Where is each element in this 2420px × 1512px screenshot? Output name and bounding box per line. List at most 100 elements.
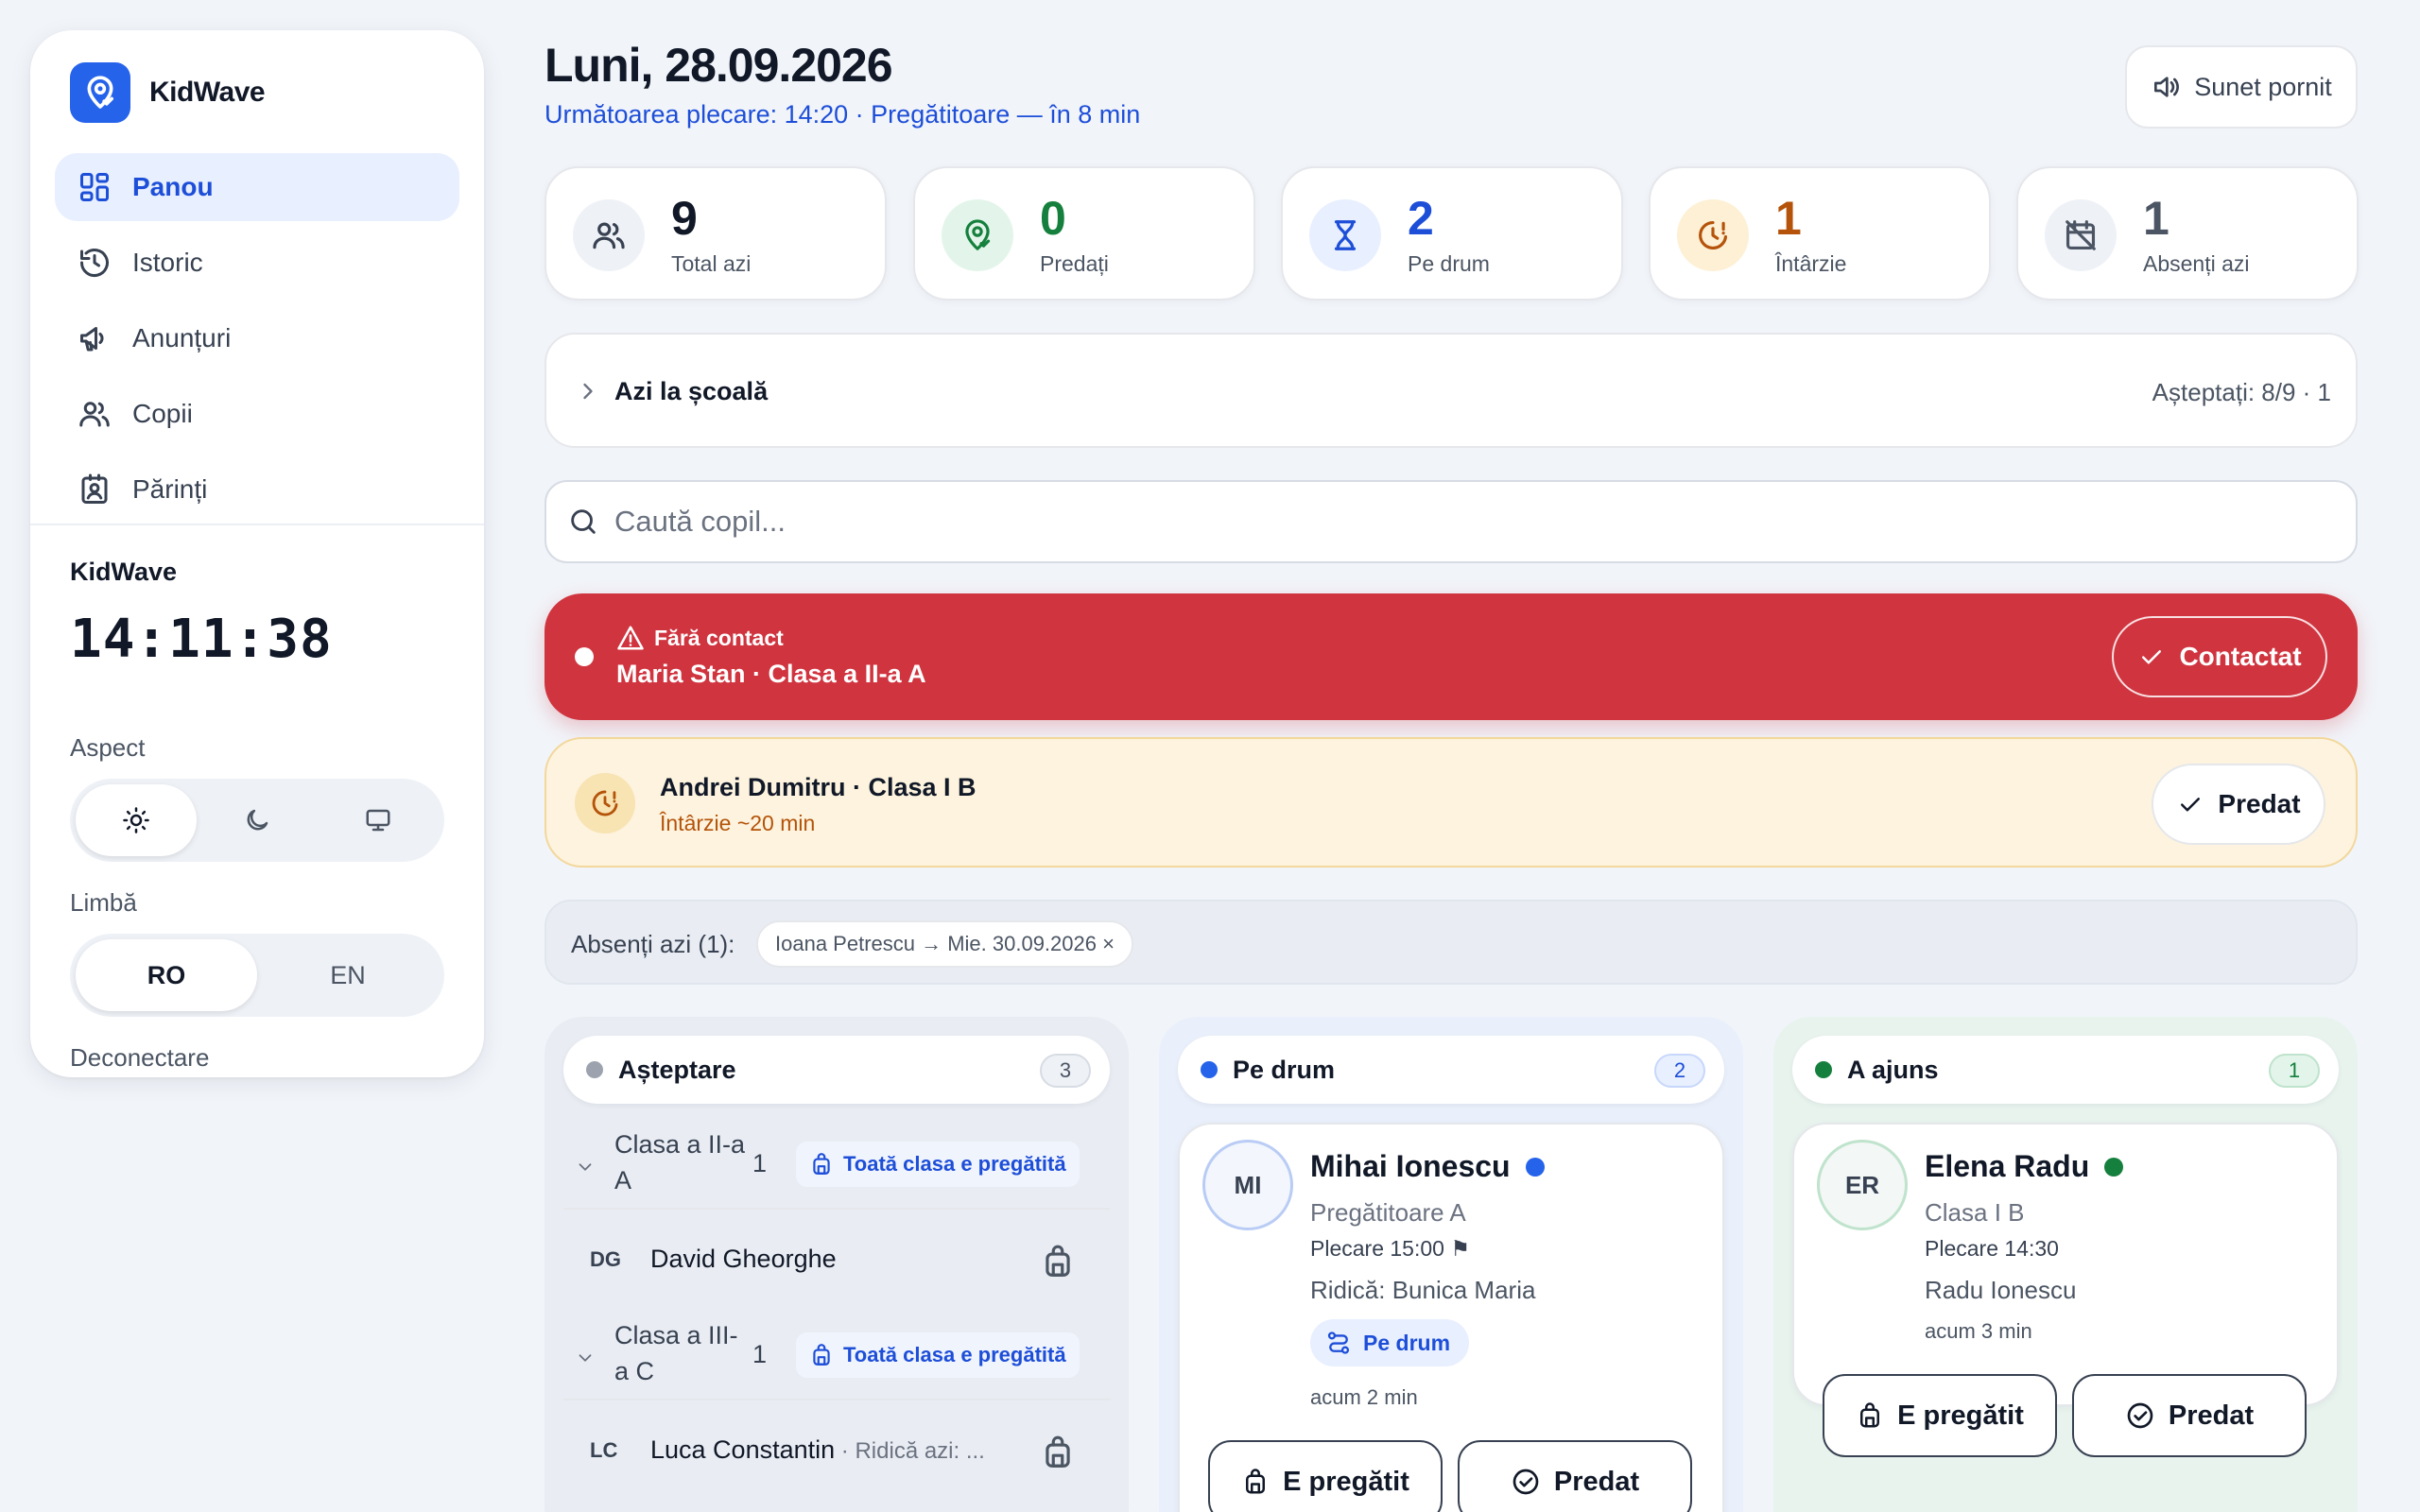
list-item[interactable]: LC Luca Constantin · Ridică azi: ...: [563, 1402, 1110, 1503]
language-ro-button[interactable]: RO: [76, 939, 257, 1011]
late-alert: Andrei Dumitru · Clasa I B Întârzie ~20 …: [544, 737, 2358, 868]
sidebar: KidWave Panou Istoric Anunțuri Copii Păr…: [30, 30, 484, 1077]
today-at-school-title: Azi la școală: [614, 377, 769, 405]
brand[interactable]: KidWave: [70, 62, 266, 123]
warning-icon: [616, 624, 645, 652]
clock-alert-icon: [1677, 199, 1749, 271]
sound-toggle-button[interactable]: Sunet pornit: [2125, 45, 2358, 129]
search-input[interactable]: [614, 505, 2316, 539]
child-initials: DG: [590, 1247, 621, 1271]
theme-light-button[interactable]: [76, 784, 197, 856]
late-child: Andrei Dumitru · Clasa I B: [660, 773, 977, 801]
chevron-right-icon: [575, 378, 601, 404]
child-name-text: Luca Constantin: [650, 1435, 836, 1464]
class-ready-button[interactable]: Toată clasa e pregătită: [796, 1142, 1080, 1187]
ready-button[interactable]: E pregătit: [1208, 1440, 1443, 1512]
theme-switcher: [70, 779, 444, 862]
class-name: Clasa a II-a A: [614, 1130, 746, 1194]
today-at-school-toggle[interactable]: Azi la școală Așteptați: 8/9 · 1: [544, 333, 2358, 448]
hourglass-icon: [1309, 199, 1381, 271]
ready-button-label: E pregătit: [1283, 1466, 1409, 1497]
users-icon: [78, 397, 112, 431]
handed-over-button[interactable]: Predat: [2072, 1374, 2307, 1457]
stat-label: Întârzie: [1775, 251, 1847, 276]
class-ready-button[interactable]: Toată clasa e pregătită: [796, 1332, 1080, 1378]
check-circle-icon: [1511, 1467, 1541, 1497]
status-badge: Pe drum: [1310, 1319, 1470, 1366]
absent-chip[interactable]: Ioana Petrescu → Mie. 30.09.2026 ×: [756, 920, 1133, 968]
status-dot: [1201, 1061, 1218, 1078]
backpack-icon: [1241, 1468, 1270, 1496]
late-status: Întârzie ~20 min: [660, 811, 816, 835]
check-icon: [2176, 790, 2204, 818]
child-name: David Gheorghe: [650, 1245, 837, 1274]
no-contact-alert: Fără contact Maria Stan · Clasa a II-a A…: [544, 593, 2358, 720]
column-title: A ajuns: [1847, 1056, 1939, 1084]
child-pickup: Ridică: Bunica Maria: [1310, 1276, 1536, 1304]
sidebar-item-panou[interactable]: Panou: [55, 153, 459, 221]
waiting-summary: Așteptați: 8/9 · 1: [2152, 378, 2331, 406]
child-name-text: David Gheorghe: [650, 1245, 837, 1273]
last-update: acum 3 min: [1925, 1319, 2032, 1343]
status-badge-label: Pe drum: [1363, 1330, 1451, 1355]
stat-value: 1: [1775, 192, 1802, 245]
stat-absent[interactable]: 1 Absenți azi: [2016, 166, 2359, 301]
aspect-label: Aspect: [70, 733, 146, 762]
history-icon: [78, 246, 112, 280]
stat-label: Total azi: [671, 251, 752, 276]
child-card[interactable]: MI Mihai Ionescu Pregătitoare A Plecare …: [1178, 1123, 1724, 1512]
stat-value: 9: [671, 192, 698, 245]
sidebar-item-anunturi[interactable]: Anunțuri: [55, 304, 459, 372]
handed-over-button-label: Predat: [2218, 789, 2301, 818]
status-dot: [1815, 1061, 1832, 1078]
megaphone-icon: [78, 321, 112, 355]
backpack-icon[interactable]: [1040, 1435, 1076, 1470]
column-waiting: Așteptare 3 Clasa a II-a A 1 Toată clasa…: [544, 1017, 1129, 1512]
sidebar-item-copii[interactable]: Copii: [55, 380, 459, 448]
stat-on-way[interactable]: 2 Pe drum: [1281, 166, 1623, 301]
column-count: 2: [1654, 1054, 1705, 1088]
avatar: MI: [1202, 1140, 1293, 1230]
stat-value: 1: [2143, 192, 2169, 245]
ready-button[interactable]: E pregătit: [1823, 1374, 2057, 1457]
class-count: 1: [752, 1340, 768, 1368]
handed-over-button-label: Predat: [2168, 1400, 2255, 1431]
stat-total[interactable]: 9 Total azi: [544, 166, 887, 301]
theme-system-button[interactable]: [318, 784, 439, 856]
stat-value: 2: [1408, 192, 1434, 245]
sidebar-item-parinti[interactable]: Părinți: [55, 455, 459, 524]
theme-dark-button[interactable]: [197, 784, 318, 856]
clock-alert-icon: [575, 773, 635, 833]
monitor-icon: [364, 806, 392, 834]
class-group[interactable]: Clasa a II-a A 1 Toată clasa e pregătită: [563, 1119, 1110, 1210]
contacted-button[interactable]: Contactat: [2112, 616, 2327, 697]
language-en-button[interactable]: EN: [257, 939, 439, 1011]
child-name: Mihai Ionescu: [1310, 1149, 1545, 1184]
last-update: acum 2 min: [1310, 1385, 1418, 1409]
handed-over-button[interactable]: Predat: [2152, 764, 2325, 845]
stat-late[interactable]: 1 Întârzie: [1649, 166, 1991, 301]
sidebar-item-istoric[interactable]: Istoric: [55, 229, 459, 297]
logout-link[interactable]: Deconectare: [70, 1043, 209, 1073]
backpack-icon: [809, 1343, 834, 1367]
list-item[interactable]: DG David Gheorghe: [563, 1211, 1110, 1312]
column-count: 3: [1040, 1054, 1091, 1088]
backpack-icon[interactable]: [1040, 1244, 1076, 1280]
absent-today-bar: Absenți azi (1): Ioana Petrescu → Mie. 3…: [544, 900, 2358, 985]
alert-dot: [575, 647, 594, 666]
sidebar-item-label: Părinți: [132, 474, 208, 504]
alert-child: Maria Stan · Clasa a II-a A: [616, 660, 926, 688]
check-icon: [2137, 643, 2166, 671]
alert-tag: Fără contact: [616, 624, 784, 652]
search-box: [544, 480, 2358, 563]
class-group[interactable]: Clasa a III-a C 1 Toată clasa e pregătit…: [563, 1310, 1110, 1400]
handed-over-button[interactable]: Predat: [1458, 1440, 1692, 1512]
column-header: Așteptare 3: [563, 1036, 1110, 1104]
class-name: Clasa a III-a C: [614, 1321, 738, 1385]
stat-handed[interactable]: 0 Predați: [913, 166, 1255, 301]
child-card[interactable]: ER Elena Radu Clasa I B Plecare 14:30 Ra…: [1792, 1123, 2339, 1457]
stat-label: Predați: [1040, 251, 1109, 276]
child-departure: Plecare 15:00 ⚑: [1310, 1236, 1470, 1261]
chevron-down-icon: [575, 1348, 596, 1368]
moon-icon: [243, 806, 271, 834]
